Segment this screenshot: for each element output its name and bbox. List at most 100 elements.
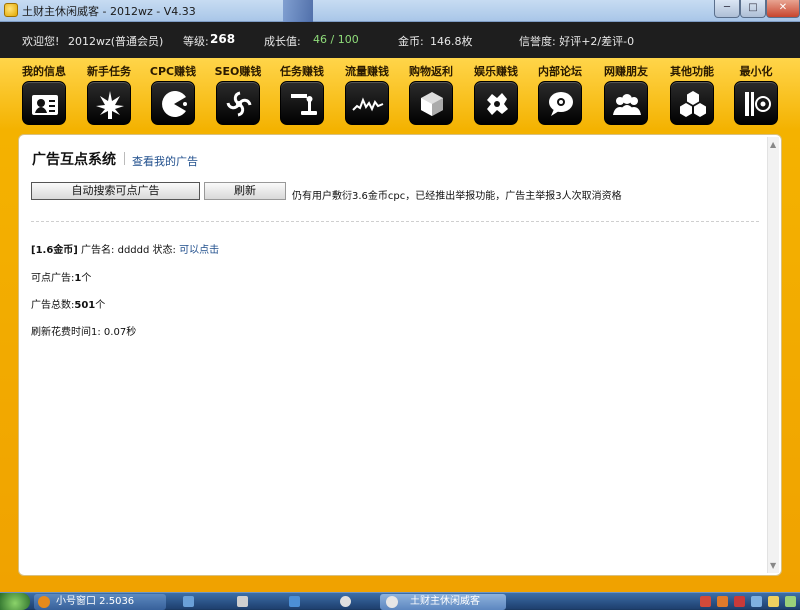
tool-seo-earn[interactable]: SEO赚钱 <box>208 64 268 125</box>
tray-icon[interactable] <box>785 596 796 607</box>
minimize-icon[interactable] <box>734 81 778 125</box>
tool-label: 流量赚钱 <box>345 65 389 78</box>
pacman-icon[interactable] <box>151 81 195 125</box>
refresh-time-value: 0.07秒 <box>103 327 137 338</box>
pinned-app-icon[interactable] <box>289 596 300 607</box>
os-taskbar: 小号窗口 2.5036 土财主休闲威客 <box>0 592 800 610</box>
tool-traffic-earn[interactable]: 流量赚钱 <box>337 64 397 125</box>
title-separator <box>124 152 125 165</box>
tray-icon[interactable] <box>717 596 728 607</box>
tray-icon[interactable] <box>768 596 779 607</box>
total-count-unit: 个 <box>95 300 106 311</box>
ad-name-label: 广告名: <box>81 245 115 256</box>
tool-shopping-rebate[interactable]: 购物返利 <box>401 64 461 125</box>
refresh-button[interactable]: 刷新 <box>204 182 286 200</box>
task-label: 土财主休闲威客 <box>410 596 480 607</box>
app-icon <box>4 3 18 17</box>
tool-label: 购物返利 <box>409 65 453 78</box>
wave-icon[interactable] <box>345 81 389 125</box>
clickable-count: 可点广告:1个 <box>31 269 91 284</box>
close-button[interactable]: ✕ <box>766 0 800 18</box>
tool-cpc-earn[interactable]: CPC赚钱 <box>143 64 203 125</box>
tray-icon[interactable] <box>751 596 762 607</box>
welcome-text: 欢迎您! <box>22 35 60 48</box>
level-value: 268 <box>210 32 236 46</box>
leaf-icon[interactable] <box>87 81 131 125</box>
app-window: 土财主休闲威客 - 2012wz - V4.33 ─ □ ✕ 欢迎您! 2012… <box>0 0 800 592</box>
start-button[interactable] <box>0 593 30 610</box>
clickable-count-unit: 个 <box>81 273 92 284</box>
friends-icon[interactable] <box>604 81 648 125</box>
user-status-bar: 欢迎您! 2012wz(普通会员) 等级: 268 成长值: 46 / 100 … <box>0 22 800 58</box>
tool-my-info[interactable]: 我的信息 <box>14 64 74 125</box>
tool-minimize[interactable]: 最小化 <box>726 64 786 125</box>
minimize-button[interactable]: ─ <box>714 0 740 18</box>
id-card-icon[interactable] <box>22 81 66 125</box>
vertical-scrollbar[interactable]: ▲ ▼ <box>767 137 779 573</box>
tool-label: 新手任务 <box>87 65 131 78</box>
ad-entry: [1.6金币] 广告名: ddddd 状态: 可以点击 <box>31 241 219 256</box>
growth-label: 成长值: <box>264 35 301 48</box>
chat-icon[interactable] <box>538 81 582 125</box>
tool-label: CPC赚钱 <box>149 65 197 78</box>
tool-internal-forum[interactable]: 内部论坛 <box>530 64 590 125</box>
refresh-time-label: 刷新花费时间1: <box>31 327 101 338</box>
game-icon[interactable] <box>474 81 518 125</box>
ad-name: ddddd <box>117 245 150 256</box>
ad-price: [1.6金币] <box>31 245 78 256</box>
maximize-button[interactable]: □ <box>740 0 766 18</box>
total-count-label: 广告总数: <box>31 300 75 311</box>
pinned-app-icon[interactable] <box>183 596 194 607</box>
auto-search-button[interactable]: 自动搜索可点广告 <box>31 182 200 200</box>
view-my-ads-link[interactable]: 查看我的广告 <box>132 153 198 169</box>
tool-label: 我的信息 <box>22 65 66 78</box>
window-title: 土财主休闲威客 - 2012wz - V4.33 <box>22 5 196 18</box>
ad-panel: 广告互点系统 查看我的广告 自动搜索可点广告 刷新 仍有用户敷衍3.6金币cpc… <box>18 134 782 576</box>
content-frame: 广告互点系统 查看我的广告 自动搜索可点广告 刷新 仍有用户敷衍3.6金币cpc… <box>0 130 800 592</box>
tool-label: 其他功能 <box>670 65 714 78</box>
page-title: 广告互点系统 <box>32 152 116 168</box>
pinned-browser-icon[interactable] <box>340 596 351 607</box>
title-bar[interactable]: 土财主休闲威客 - 2012wz - V4.33 ─ □ ✕ <box>0 0 800 22</box>
tray-icon[interactable] <box>700 596 711 607</box>
task-label: 小号窗口 2.5036 <box>56 596 135 607</box>
coins-label: 金币: <box>398 35 424 48</box>
taskbar-item-small-window[interactable]: 小号窗口 2.5036 <box>34 594 166 610</box>
tool-label: 内部论坛 <box>538 65 582 78</box>
swirl-icon[interactable] <box>216 81 260 125</box>
task-icon <box>386 596 398 608</box>
ad-status-label: 状态: <box>152 245 176 256</box>
growth-value: 46 / 100 <box>313 33 359 46</box>
task-icon <box>38 596 50 608</box>
box-icon[interactable] <box>409 81 453 125</box>
tool-earn-friends[interactable]: 网赚朋友 <box>596 64 656 125</box>
refresh-time: 刷新花费时间1: 0.07秒 <box>31 323 136 338</box>
tool-label: 任务赚钱 <box>280 65 324 78</box>
dashed-divider <box>31 221 759 222</box>
cubes-icon[interactable] <box>670 81 714 125</box>
main-toolbar: 我的信息 新手任务 CPC赚钱 SEO赚钱 任务赚钱 流量赚钱 购物返利 娱乐赚… <box>0 58 800 130</box>
title-decoration <box>283 0 313 22</box>
tool-label: 最小化 <box>739 65 773 78</box>
pinned-film-icon[interactable] <box>237 596 248 607</box>
total-count-value: 501 <box>74 300 96 311</box>
level-label: 等级: <box>183 35 209 48</box>
tool-label: SEO赚钱 <box>214 65 262 78</box>
notice-text: 仍有用户敷衍3.6金币cpc，已经推出举报功能，广告主举报3人次取消资格 <box>292 191 622 202</box>
tool-label: 娱乐赚钱 <box>474 65 518 78</box>
taskbar-item-main-app[interactable]: 土财主休闲威客 <box>380 594 506 610</box>
tool-entertainment-earn[interactable]: 娱乐赚钱 <box>466 64 526 125</box>
clickable-count-label: 可点广告: <box>31 273 75 284</box>
tool-label: 网赚朋友 <box>604 65 648 78</box>
ad-clickable-link[interactable]: 可以点击 <box>179 245 219 256</box>
scroll-down-icon[interactable]: ▼ <box>770 561 776 570</box>
tray-icon[interactable] <box>734 596 745 607</box>
scroll-up-icon[interactable]: ▲ <box>770 140 776 149</box>
total-count: 广告总数:501个 <box>31 296 105 311</box>
username: 2012wz(普通会员) <box>68 35 164 48</box>
tool-newbie-tasks[interactable]: 新手任务 <box>79 64 139 125</box>
joystick-icon[interactable] <box>280 81 324 125</box>
credit-rating: 信誉度: 好评+2/差评-0 <box>519 35 635 48</box>
tool-other-functions[interactable]: 其他功能 <box>662 64 722 125</box>
tool-task-earn[interactable]: 任务赚钱 <box>272 64 332 125</box>
